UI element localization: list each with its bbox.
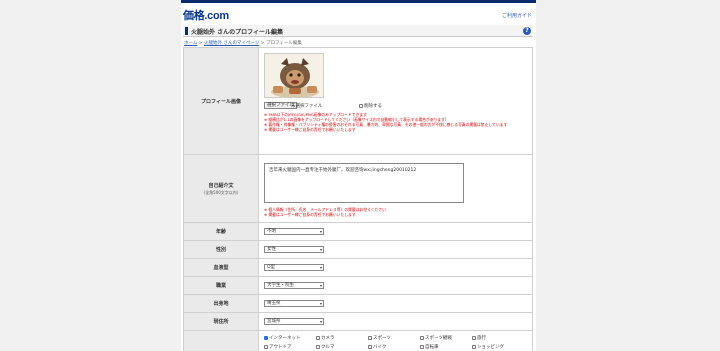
hobby-checkbox[interactable]: カメラ [316,335,368,341]
checkbox-box[interactable] [420,344,424,349]
profile-image-label: プロフィール画像 [183,47,259,155]
no-file-text: 未選択ファイル [291,104,323,109]
self-intro-textarea[interactable]: 吉年来火腿国内一直专注于始外腿厂。欢迎咨询wx:jingcheng2001021… [264,163,464,203]
checkbox-box-checked[interactable] [264,335,268,340]
checkbox-box[interactable] [316,344,320,349]
help-guide-link[interactable]: ご利用ガイド [502,12,532,19]
image-note: ※ 掲載はユーザー様ご自身の責任でお願いいたします [264,127,356,132]
page-title: 火腿始外 さんのプロフィール編集 [191,29,283,36]
hobby-checkbox[interactable]: クルマ [316,344,368,350]
hobbies-cell: インターネット カメラ スポーツ スポーツ観戦 旅行 アウトドア クルマ バイク… [258,330,533,351]
top-accent-bar [181,0,536,3]
profile-form: プロフィール画像 選択ファイル 未選択ファイル 削除する ※ 5MB以下のJPE… [183,47,533,351]
hobby-checkbox[interactable]: ショッピング [472,344,524,350]
birthplace-select[interactable]: 埼玉県 ▾ [264,300,324,307]
residence-select[interactable]: 宮城県 ▾ [264,318,324,325]
blood-type-label: 血液型 [183,258,259,277]
chevron-down-icon: ▾ [319,319,322,324]
blood-type-cell: O型 ▾ [258,258,533,277]
hobby-label: ショッピング [477,345,504,350]
hobby-label: カメラ [321,336,335,341]
age-label: 年齢 [183,222,259,241]
job-value: 大学生・院生 [267,283,294,288]
checkbox-box[interactable] [359,103,363,108]
birthplace-label: 出身地 [183,294,259,313]
hobbies-label [183,330,259,351]
hobby-label: 自転車 [425,345,439,350]
checkbox-box[interactable] [472,335,476,340]
self-intro-label: 自己紹介文 [208,182,234,189]
breadcrumb-sep: > [259,41,266,46]
residence-label: 現住所 [183,312,259,331]
age-cell: 不明 ▾ [258,222,533,241]
hobby-checkbox[interactable]: 旅行 [472,335,524,341]
hobby-checkbox[interactable]: 自転車 [420,344,472,350]
breadcrumb: ホーム > 火腿始外 さんのマイページ > プロフィール編集 [184,40,302,46]
hobby-label: バイク [373,345,387,350]
profile-avatar [264,53,324,98]
hobbies-grid: インターネット カメラ スポーツ スポーツ観戦 旅行 アウトドア クルマ バイク… [264,335,532,351]
birthplace-value: 埼玉県 [267,301,281,306]
help-icon[interactable]: ? [523,27,531,35]
hobby-checkbox[interactable]: インターネット [264,335,316,341]
chevron-down-icon: ▾ [319,301,322,306]
chevron-down-icon: ▾ [319,265,322,270]
avatar-illustration [265,54,323,97]
hobby-checkbox[interactable]: バイク [368,344,420,350]
job-label: 職業 [183,276,259,295]
hobby-checkbox[interactable]: スポーツ [368,335,420,341]
breadcrumb-mypage[interactable]: 火腿始外 さんのマイページ [204,41,259,46]
gender-label: 性別 [183,240,259,259]
hobby-label: スポーツ [373,336,391,341]
job-select[interactable]: 大学生・院生 ▾ [264,282,324,289]
checkbox-box[interactable] [472,344,476,349]
hobby-checkbox[interactable]: スポーツ観戦 [420,335,472,341]
hobby-label: インターネット [269,336,301,341]
self-intro-sublabel: （全角500文字以内） [201,189,241,195]
page-container: 価格.com ご利用ガイド 火腿始外 さんのプロフィール編集 ? ホーム > 火… [181,0,536,351]
self-intro-cell: 吉年来火腿国内一直专注于始外腿厂。欢迎咨询wx:jingcheng2001021… [258,154,533,223]
chevron-down-icon: ▾ [319,229,322,234]
hobby-label: スポーツ観戦 [425,336,452,341]
gender-value: 女性 [267,247,276,252]
breadcrumb-home[interactable]: ホーム [184,41,197,46]
checkbox-box[interactable] [368,335,372,340]
checkbox-box[interactable] [316,335,320,340]
delete-image-label: 削除する [364,104,382,109]
checkbox-box[interactable] [420,335,424,340]
title-marker [185,27,188,35]
hobby-label: 旅行 [477,336,486,341]
self-intro-note: ※ 掲載はユーザー様ご自身の責任でお願いいたします [264,212,356,217]
blood-type-value: O型 [267,265,276,270]
self-intro-notes: ※ 個人情報（住所、氏名、メールアドレス等）の掲載はお控えください ※ 掲載はユ… [264,207,529,217]
birthplace-cell: 埼玉県 ▾ [258,294,533,313]
checkbox-box[interactable] [368,344,372,349]
age-select[interactable]: 不明 ▾ [264,228,324,235]
delete-image-checkbox[interactable]: 削除する [359,103,382,109]
residence-value: 宮城県 [267,319,281,324]
checkbox-box[interactable] [264,344,268,349]
site-logo[interactable]: 価格.com [183,7,229,23]
hobby-checkbox[interactable]: アウトドア [264,344,316,350]
breadcrumb-current: プロフィール編集 [266,41,302,46]
gender-select[interactable]: 女性 ▾ [264,246,324,253]
residence-cell: 宮城県 ▾ [258,312,533,331]
page-title-bar: 火腿始外 さんのプロフィール編集 ? [183,25,533,37]
hobby-label: アウトドア [269,345,292,350]
image-notes: ※ 5MB以下のJPEG/GIF/PNG画像のみアップロードできます ※ 縦横比… [264,112,529,132]
self-intro-label-cell: 自己紹介文 （全角500文字以内） [183,154,259,223]
blood-type-select[interactable]: O型 ▾ [264,264,324,271]
job-cell: 大学生・院生 ▾ [258,276,533,295]
profile-image-cell: 選択ファイル 未選択ファイル 削除する ※ 5MB以下のJPEG/GIF/PNG… [258,47,533,155]
age-value: 不明 [267,229,276,234]
gender-cell: 女性 ▾ [258,240,533,259]
chevron-down-icon: ▾ [319,247,322,252]
chevron-down-icon: ▾ [319,283,322,288]
hobby-label: クルマ [321,345,335,350]
